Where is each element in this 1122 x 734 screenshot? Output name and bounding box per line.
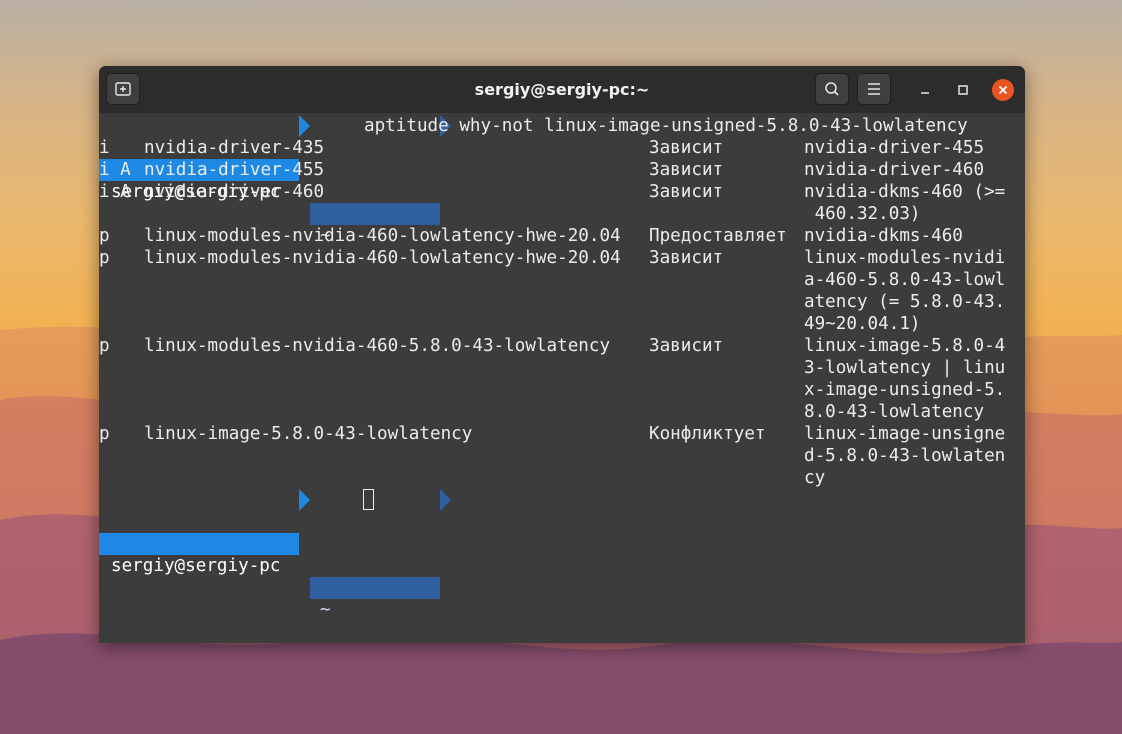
output-row: 49~20.04.1) xyxy=(99,313,1025,335)
output-target: nvidia-dkms-460 xyxy=(804,226,963,246)
output-package: linux-modules-nvidia-460-5.8.0-43-lowlat… xyxy=(144,336,611,356)
output-row: p linux-modules-nvidia-460-5.8.0-43-lowl… xyxy=(99,335,1025,357)
output-target: linux-image-unsigne xyxy=(804,424,1006,444)
output-target: nvidia-driver-455 xyxy=(804,138,985,158)
prompt-user-host-segment: sergiy@sergiy-pc xyxy=(99,533,299,576)
output-row: d-5.8.0-43-lowlaten xyxy=(99,445,1025,467)
prompt-dir: ~ xyxy=(320,600,331,620)
output-target: 49~20.04.1) xyxy=(804,314,921,334)
output-target: nvidia-dkms-460 (>= xyxy=(804,182,1006,202)
output-package: linux-modules-nvidia-460-lowlatency-hwe-… xyxy=(144,248,621,268)
minimize-icon xyxy=(921,92,929,94)
output-relation: Зависит xyxy=(649,248,724,268)
prompt-user-host: sergiy@sergiy-pc xyxy=(111,556,281,576)
output-target: linux-image-5.8.0-4 xyxy=(804,336,1006,356)
prompt-arrow xyxy=(299,115,310,137)
terminal-window: sergiy@sergiy-pc:~ sergiy@sergiy-pc ~ ap… xyxy=(99,66,1025,643)
close-button[interactable] xyxy=(992,79,1014,101)
output-target: x-image-unsigned-5. xyxy=(804,380,1006,400)
search-icon xyxy=(825,82,839,96)
output-target: atency (= 5.8.0-43. xyxy=(804,292,1006,312)
output-package: nvidia-driver-460 xyxy=(144,182,325,202)
search-button[interactable] xyxy=(815,73,849,105)
output-flags: p xyxy=(99,248,131,268)
output-target: nvidia-driver-460 xyxy=(804,160,985,180)
output-flags: i A xyxy=(99,160,131,180)
output-row: atency (= 5.8.0-43. xyxy=(99,291,1025,313)
prompt-line: sergiy@sergiy-pc ~ xyxy=(99,489,1025,620)
output-package: linux-image-5.8.0-43-lowlatency xyxy=(144,424,473,444)
prompt-arrow xyxy=(299,489,310,511)
output-package: linux-modules-nvidia-460-lowlatency-hwe-… xyxy=(144,226,621,246)
output-row: i nvidia-driver-435 Зависит nvidia-driver-… xyxy=(99,137,1025,159)
output-row: p linux-modules-nvidia-460-lowlatency-hw… xyxy=(99,247,1025,269)
menu-button[interactable] xyxy=(857,73,891,105)
text-cursor xyxy=(363,489,374,510)
output-row: p linux-modules-nvidia-460-lowlatency-hw… xyxy=(99,225,1025,247)
output-target: 8.0-43-lowlatency xyxy=(804,402,985,422)
output-target: 460.32.03) xyxy=(804,204,921,224)
output-row: 8.0-43-lowlatency xyxy=(99,401,1025,423)
output-flags: i xyxy=(99,138,131,158)
close-icon xyxy=(998,85,1008,95)
prompt-line: sergiy@sergiy-pc ~ aptitude why-not linu… xyxy=(99,115,1025,246)
output-row: cy xyxy=(99,467,1025,489)
output-package: nvidia-driver-455 xyxy=(144,160,325,180)
output-row: i A nvidia-driver-455 Зависит nvidia-driver… xyxy=(99,159,1025,181)
output-row: i A nvidia-driver-460 Зависит nvidia-dkms-4… xyxy=(99,181,1025,203)
output-flags: p xyxy=(99,336,131,356)
output-target: linux-modules-nvidi xyxy=(804,248,1006,268)
prompt-arrow xyxy=(440,489,451,511)
prompt-command: aptitude why-not linux-image-unsigned-5.… xyxy=(364,116,968,136)
output-target: a-460-5.8.0-43-lowl xyxy=(804,270,1006,290)
output-relation: Зависит xyxy=(649,160,724,180)
output-row: x-image-unsigned-5. xyxy=(99,379,1025,401)
output-flags: p xyxy=(99,226,131,246)
output-target: cy xyxy=(804,468,826,488)
prompt-dir-segment: ~ xyxy=(310,577,440,620)
output-row: a-460-5.8.0-43-lowl xyxy=(99,269,1025,291)
output-target: 3-lowlatency | linu xyxy=(804,358,1006,378)
terminal-content[interactable]: sergiy@sergiy-pc ~ aptitude why-not linu… xyxy=(99,113,1025,643)
output-relation: Конфликтует xyxy=(649,424,766,444)
title-bar[interactable]: sergiy@sergiy-pc:~ xyxy=(99,66,1025,113)
output-row: p linux-image-5.8.0-43-lowlatency Конфлик… xyxy=(99,423,1025,445)
output-row: 3-lowlatency | linu xyxy=(99,357,1025,379)
output-relation: Зависит xyxy=(649,182,724,202)
output-target: d-5.8.0-43-lowlaten xyxy=(804,446,1006,466)
minimize-button[interactable] xyxy=(913,78,937,102)
output-package: nvidia-driver-435 xyxy=(144,138,325,158)
output-row: 460.32.03) xyxy=(99,203,1025,225)
output-relation: Зависит xyxy=(649,336,724,356)
output-relation: Предоставляет xyxy=(649,226,787,246)
maximize-icon xyxy=(958,85,968,95)
output-relation: Зависит xyxy=(649,138,724,158)
output-flags: p xyxy=(99,424,131,444)
hamburger-menu-icon xyxy=(868,83,880,95)
maximize-button[interactable] xyxy=(951,78,975,102)
output-flags: i A xyxy=(99,182,131,202)
